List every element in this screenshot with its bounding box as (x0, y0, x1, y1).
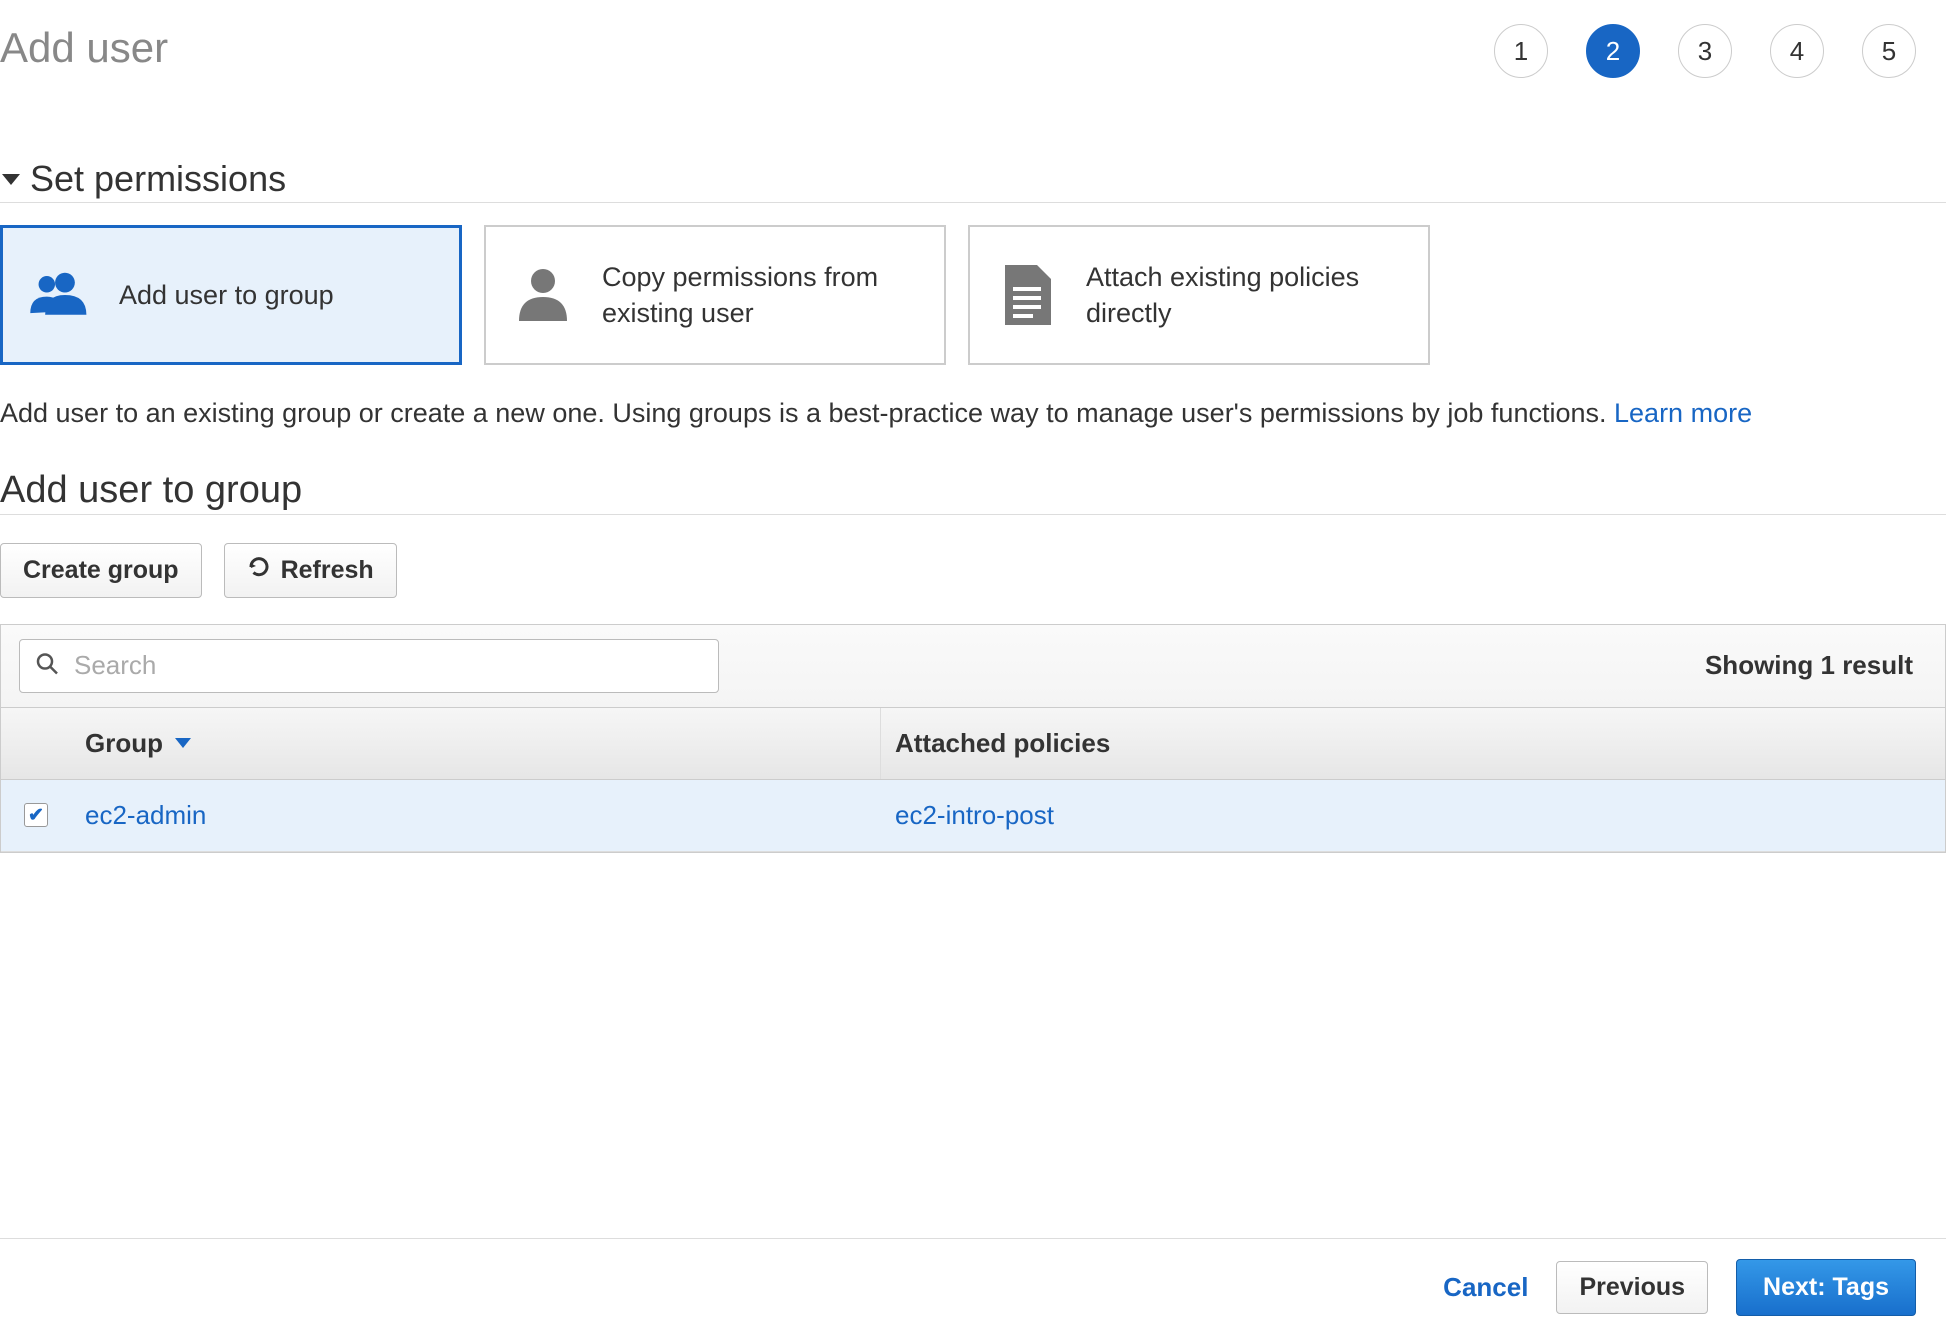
perm-option-attach-policies[interactable]: Attach existing policies directly (968, 225, 1430, 365)
refresh-button[interactable]: Refresh (224, 543, 397, 598)
search-icon (35, 651, 59, 680)
wizard-step-5[interactable]: 5 (1862, 24, 1916, 78)
table-header: Group Attached policies (1, 707, 1945, 780)
column-header-group[interactable]: Group (71, 708, 881, 779)
next-button[interactable]: Next: Tags (1736, 1259, 1916, 1316)
perm-option-label: Attach existing policies directly (1086, 259, 1404, 332)
permissions-description: Add user to an existing group or create … (0, 395, 1946, 433)
users-icon (27, 262, 93, 328)
permission-options: Add user to group Copy permissions from … (0, 225, 1946, 365)
document-icon (994, 262, 1060, 328)
column-header-policies[interactable]: Attached policies (881, 708, 1945, 779)
footer: Cancel Previous Next: Tags (0, 1238, 1946, 1336)
subtitle: Add user to group (0, 469, 1946, 515)
caret-down-icon (2, 174, 20, 185)
page-title: Add user (0, 24, 168, 72)
groups-table-panel: Showing 1 result Group Attached policies… (0, 624, 1946, 853)
section-header[interactable]: Set permissions (0, 158, 1946, 203)
wizard-step-3[interactable]: 3 (1678, 24, 1732, 78)
policy-link[interactable]: ec2-intro-post (895, 800, 1054, 830)
sort-caret-icon (175, 738, 191, 748)
group-toolbar: Create group Refresh (0, 543, 1946, 598)
check-icon: ✔ (28, 804, 44, 827)
learn-more-link[interactable]: Learn more (1614, 398, 1752, 428)
refresh-icon (247, 555, 271, 586)
perm-option-copy-permissions[interactable]: Copy permissions from existing user (484, 225, 946, 365)
perm-option-add-to-group[interactable]: Add user to group (0, 225, 462, 365)
section-title: Set permissions (30, 158, 286, 200)
create-group-button[interactable]: Create group (0, 543, 202, 598)
user-icon (510, 262, 576, 328)
perm-option-label: Add user to group (119, 277, 334, 313)
wizard-step-1[interactable]: 1 (1494, 24, 1548, 78)
search-input[interactable] (19, 639, 719, 693)
cancel-button[interactable]: Cancel (1443, 1272, 1528, 1303)
previous-button[interactable]: Previous (1556, 1261, 1708, 1314)
row-checkbox[interactable]: ✔ (24, 803, 48, 827)
result-count: Showing 1 result (1705, 650, 1927, 681)
wizard-step-2[interactable]: 2 (1586, 24, 1640, 78)
group-name-link[interactable]: ec2-admin (85, 800, 206, 831)
wizard-step-4[interactable]: 4 (1770, 24, 1824, 78)
perm-option-label: Copy permissions from existing user (602, 259, 920, 332)
table-row[interactable]: ✔ ec2-admin ec2-intro-post (1, 780, 1945, 852)
wizard-steps: 1 2 3 4 5 (1494, 24, 1916, 78)
